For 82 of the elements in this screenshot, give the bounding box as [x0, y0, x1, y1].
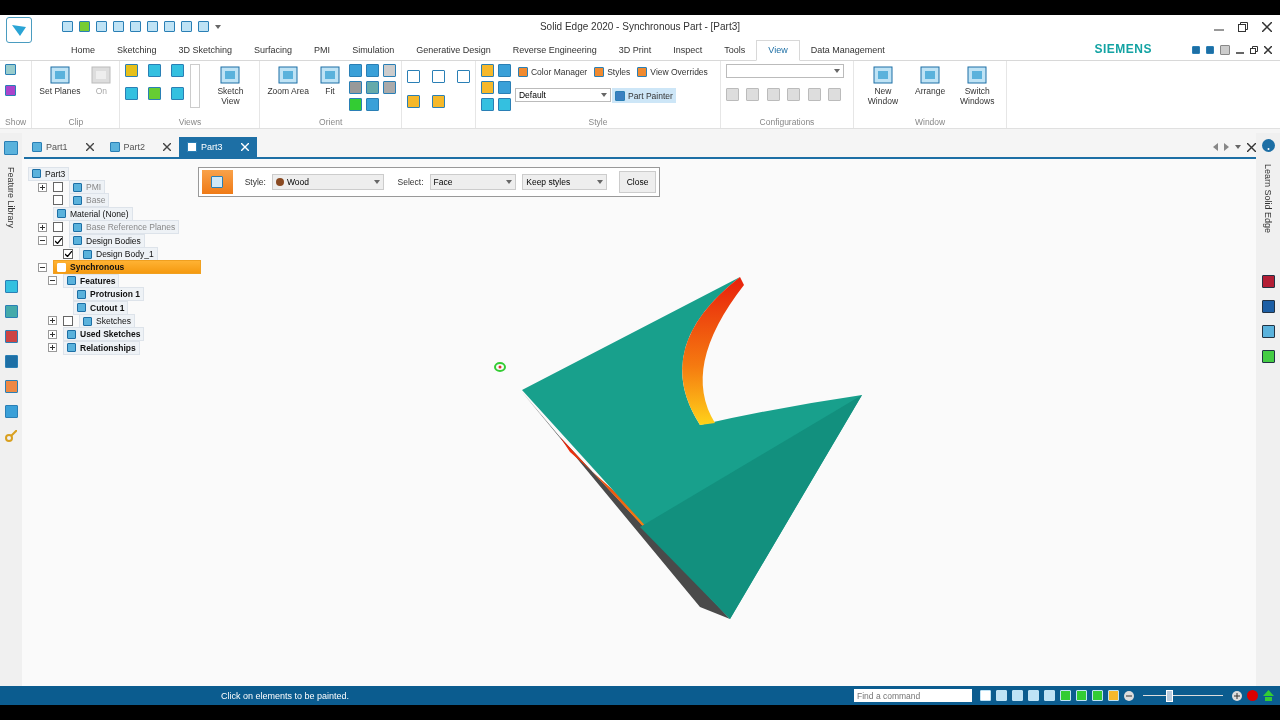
restore-icon[interactable] — [1238, 21, 1248, 32]
group-label: Show — [5, 117, 27, 128]
ribbon-button[interactable]: Zoom Area — [265, 64, 311, 96]
group-label: Configurations — [758, 117, 816, 128]
tree-item[interactable]: Design Body_1 — [79, 247, 158, 262]
restore-icon[interactable] — [1250, 46, 1258, 54]
mode-dropdown[interactable]: Keep styles — [522, 174, 607, 190]
collapse-icon[interactable] — [38, 262, 47, 272]
scroll-left-icon[interactable] — [1213, 143, 1218, 151]
close-icon[interactable] — [85, 143, 94, 151]
document-tab[interactable]: Part3 — [179, 137, 257, 157]
tree-item[interactable]: Part3 — [28, 166, 70, 181]
field-label: Select: — [397, 177, 424, 187]
ribbon-command[interactable]: View Overrides — [634, 64, 711, 79]
command-search-field[interactable]: Find a command — [854, 689, 972, 702]
group-label: Window — [913, 117, 947, 128]
close-icon[interactable] — [1247, 142, 1256, 152]
expand-icon[interactable] — [48, 316, 57, 326]
tree-item[interactable]: Sketches — [79, 314, 135, 328]
status-message: Click on elements to be painted. — [221, 690, 350, 701]
scroll-right-icon[interactable] — [1224, 143, 1229, 151]
field-label: Style: — [244, 177, 266, 187]
tree-item[interactable]: Protrusion 1 — [73, 287, 145, 302]
ribbon-button[interactable]: Sketch View — [206, 64, 255, 106]
group-label: Orient — [318, 117, 344, 128]
expand-icon[interactable] — [48, 329, 57, 339]
ribbon-command[interactable]: Styles — [591, 64, 634, 79]
ribbon-button[interactable]: Fit — [316, 64, 343, 96]
sketch-view-icon — [219, 64, 242, 86]
ribbon-button[interactable]: Switch Windows — [953, 64, 1002, 106]
app-logo[interactable] — [6, 16, 32, 43]
ribbon-command[interactable]: Part Painter — [611, 88, 676, 103]
window-icon — [48, 64, 71, 86]
scroll-arrows-icon — [190, 64, 201, 108]
close-icon[interactable] — [1262, 21, 1272, 32]
style-dropdown[interactable]: Wood — [271, 174, 384, 190]
caret-icon[interactable] — [373, 180, 380, 184]
close-icon[interactable] — [1264, 46, 1272, 54]
zoom-out-icon[interactable] — [1124, 690, 1134, 701]
side-tab[interactable]: Feature Library — [6, 167, 16, 229]
group-label: Style — [587, 117, 609, 128]
zoom-window-icon — [318, 64, 341, 86]
collapse-icon[interactable] — [48, 276, 57, 286]
wood-swatch-icon — [275, 178, 284, 186]
caret-icon[interactable] — [833, 69, 840, 73]
window-icon — [966, 64, 989, 86]
tree-item[interactable]: Material (None) — [53, 206, 133, 221]
select-dropdown[interactable]: Face — [429, 174, 517, 190]
window-icon — [919, 64, 942, 86]
group-label: Views — [177, 117, 203, 128]
document-tab[interactable]: Part1 — [24, 137, 102, 157]
brand-logo: SIEMENS — [1094, 42, 1152, 56]
caret-icon[interactable] — [215, 24, 221, 29]
zoom-window-icon — [277, 64, 300, 86]
close-button[interactable]: Close — [619, 171, 656, 193]
rotate-handle-icon[interactable] — [494, 362, 506, 372]
window-icon — [871, 64, 894, 86]
ribbon-button[interactable]: Arrange — [912, 64, 948, 96]
upload-icon[interactable] — [1263, 690, 1274, 701]
caret-icon[interactable] — [597, 180, 603, 184]
group-label: Clip — [67, 117, 85, 128]
window-icon — [90, 64, 113, 86]
tree-item[interactable]: Used Sketches — [63, 327, 145, 342]
ribbon-command[interactable]: Color Manager — [514, 64, 591, 79]
document-tab[interactable]: Part2 — [101, 137, 180, 157]
expand-icon[interactable] — [48, 343, 57, 353]
caret-icon[interactable] — [506, 180, 513, 184]
style-dropdown[interactable]: Default — [514, 88, 611, 102]
window-title: Solid Edge 2020 - Synchronous Part - [Part3] — [539, 21, 741, 32]
side-tab[interactable]: Learn Solid Edge — [1263, 164, 1273, 234]
zoom-in-icon[interactable] — [1232, 690, 1242, 701]
caret-icon[interactable] — [1235, 145, 1241, 149]
ribbon-tab[interactable]: View — [756, 40, 800, 61]
ribbon-button[interactable]: Set Planes — [37, 64, 83, 96]
caret-icon[interactable] — [600, 93, 607, 97]
checkbox[interactable] — [63, 316, 73, 326]
ribbon-button[interactable]: New Window — [858, 64, 907, 106]
collapse-icon[interactable] — [38, 236, 47, 246]
paint-icon[interactable] — [202, 170, 233, 194]
tree-item[interactable]: Synchronous — [53, 260, 201, 275]
slider-thumb[interactable] — [1166, 689, 1174, 702]
close-icon[interactable] — [163, 143, 172, 151]
